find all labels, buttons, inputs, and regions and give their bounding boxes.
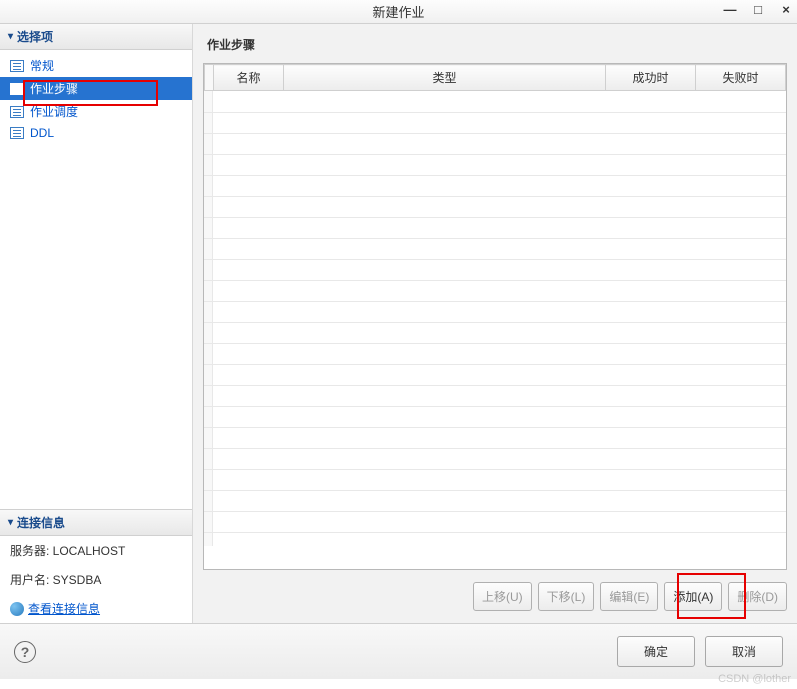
minimize-button[interactable]: — [723,2,737,16]
sidebar: ▾ 选择项 常规 作业步骤 作业调度 DDL [0,24,193,623]
action-row: 上移(U) 下移(L) 编辑(E) 添加(A) 删除(D) [203,570,787,613]
table-row[interactable] [204,469,786,490]
nav-label: 作业调度 [30,103,78,120]
col-name[interactable]: 名称 [214,65,284,91]
footer: ? 确定 取消 [0,624,797,679]
table-row[interactable] [204,280,786,301]
table-row[interactable] [204,427,786,448]
delete-button[interactable]: 删除(D) [728,582,787,611]
table-row[interactable] [204,532,786,546]
conn-link-label: 查看连接信息 [28,600,100,617]
nav-label: DDL [30,126,54,140]
window-title: 新建作业 [372,2,424,21]
maximize-button[interactable]: □ [751,2,765,16]
table-row[interactable] [204,343,786,364]
nav-label: 作业步骤 [30,80,78,97]
steps-table: 名称 类型 成功时 失败时 [203,63,787,570]
sidebar-item-schedule[interactable]: 作业调度 [0,100,192,123]
collapse-arrow-icon: ▾ [8,517,13,528]
row-handle-header [205,65,214,91]
table-row[interactable] [204,259,786,280]
ok-button[interactable]: 确定 [617,636,695,667]
main-area: ▾ 选择项 常规 作业步骤 作业调度 DDL [0,24,797,624]
page-icon [10,127,24,139]
table-header-row: 名称 类型 成功时 失败时 [205,65,786,91]
cancel-button[interactable]: 取消 [705,636,783,667]
table-row[interactable] [204,91,786,112]
server-info: 服务器: LOCALHOST [0,536,192,565]
nav-list: 常规 作业步骤 作业调度 DDL [0,50,192,147]
titlebar: 新建作业 — □ × [0,0,797,24]
table-row[interactable] [204,490,786,511]
globe-icon [10,602,24,616]
page-icon [10,83,24,95]
table-row[interactable] [204,175,786,196]
view-connection-link[interactable]: 查看连接信息 [0,594,192,623]
options-title: 选择项 [17,28,53,45]
conn-header[interactable]: ▾ 连接信息 [0,510,192,536]
table-row[interactable] [204,196,786,217]
table-row[interactable] [204,154,786,175]
nav-label: 常规 [30,57,54,74]
page-icon [10,106,24,118]
content-panel: 作业步骤 名称 类型 成功时 失败时 [193,24,797,623]
window-controls: — □ × [723,2,793,16]
table-row[interactable] [204,112,786,133]
options-header[interactable]: ▾ 选择项 [0,24,192,50]
table-row[interactable] [204,217,786,238]
collapse-arrow-icon: ▾ [8,31,13,42]
conn-title: 连接信息 [17,514,65,531]
table-row[interactable] [204,448,786,469]
sidebar-item-steps[interactable]: 作业步骤 [0,77,192,100]
table-row[interactable] [204,238,786,259]
help-button[interactable]: ? [14,641,36,663]
close-button[interactable]: × [779,2,793,16]
col-success[interactable]: 成功时 [606,65,696,91]
content-heading: 作业步骤 [203,32,787,63]
sidebar-spacer [0,147,192,509]
sidebar-options-section: ▾ 选择项 常规 作业步骤 作业调度 DDL [0,24,192,147]
sidebar-item-general[interactable]: 常规 [0,54,192,77]
table-row[interactable] [204,133,786,154]
edit-button[interactable]: 编辑(E) [600,582,658,611]
col-fail[interactable]: 失败时 [696,65,786,91]
connection-info-section: ▾ 连接信息 服务器: LOCALHOST 用户名: SYSDBA 查看连接信息 [0,509,192,623]
table-row[interactable] [204,364,786,385]
user-info: 用户名: SYSDBA [0,565,192,594]
page-icon [10,60,24,72]
col-type[interactable]: 类型 [284,65,606,91]
add-button[interactable]: 添加(A) [664,582,722,611]
table-row[interactable] [204,406,786,427]
move-up-button[interactable]: 上移(U) [473,582,532,611]
table-row[interactable] [204,301,786,322]
table-row[interactable] [204,385,786,406]
table-row[interactable] [204,322,786,343]
sidebar-item-ddl[interactable]: DDL [0,123,192,143]
table-body[interactable] [204,91,786,546]
move-down-button[interactable]: 下移(L) [538,582,595,611]
table-row[interactable] [204,511,786,532]
